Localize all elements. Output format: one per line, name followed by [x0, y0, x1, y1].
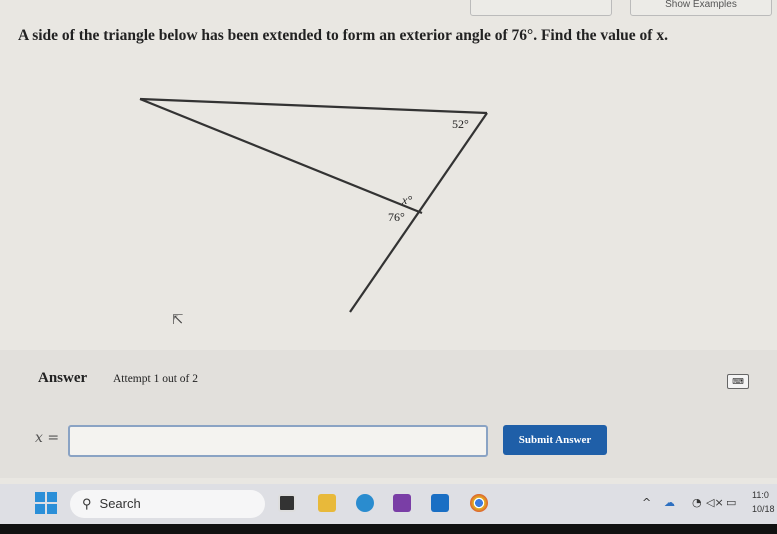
submit-answer-button[interactable]: Submit Answer — [503, 425, 607, 455]
task-view-icon[interactable] — [278, 494, 296, 512]
file-explorer-icon[interactable] — [318, 494, 336, 512]
screen-bezel — [0, 524, 777, 534]
edge-icon[interactable] — [356, 494, 374, 512]
angle-label-exterior: 76° — [388, 210, 405, 224]
angle-label-x: x° — [401, 193, 412, 207]
answer-label: Answer — [38, 370, 88, 386]
clock-date: 10/18 — [752, 504, 775, 514]
windows-start-icon[interactable] — [35, 492, 57, 514]
triangle-figure: 52° x° 76° — [139, 97, 488, 313]
wifi-icon[interactable]: ◔ — [692, 496, 702, 509]
question-text: A side of the triangle below has been ex… — [18, 27, 668, 44]
angle-label-top: 52° — [452, 117, 469, 131]
clock[interactable]: 11:0 10/18 — [752, 488, 775, 516]
mouse-cursor-icon: ⇱ — [172, 312, 184, 328]
taskbar: ⚲ Search ^ ☁ ◔ ◁× ▭ 11:0 10/18 — [0, 484, 777, 524]
show-examples-button[interactable]: Show Examples — [630, 0, 772, 16]
volume-icon[interactable]: ◁× — [706, 496, 724, 509]
chrome-icon[interactable] — [470, 494, 488, 512]
answer-area: Answer Attempt 1 out of 2 ⌨ x = Submit A… — [0, 350, 777, 478]
search-label: Search — [99, 496, 141, 511]
triangle-side-top — [139, 97, 488, 115]
outlook-icon[interactable] — [431, 494, 449, 512]
search-icon: ⚲ — [82, 496, 92, 511]
variable-label: x = — [35, 430, 60, 446]
answer-input[interactable] — [68, 425, 488, 457]
attempt-counter: Attempt 1 out of 2 — [113, 373, 198, 385]
triangle-side-right-extended — [349, 112, 488, 313]
keyboard-icon[interactable]: ⌨ — [727, 374, 749, 389]
battery-icon[interactable]: ▭ — [726, 496, 736, 509]
taskbar-search[interactable]: ⚲ Search — [70, 490, 265, 518]
top-button[interactable] — [470, 0, 612, 16]
clock-time: 11:0 — [752, 490, 769, 500]
triangle-side-left — [139, 97, 423, 215]
onenote-icon[interactable] — [393, 494, 411, 512]
chevron-up-icon[interactable]: ^ — [642, 496, 651, 509]
onedrive-icon[interactable]: ☁ — [664, 496, 675, 509]
